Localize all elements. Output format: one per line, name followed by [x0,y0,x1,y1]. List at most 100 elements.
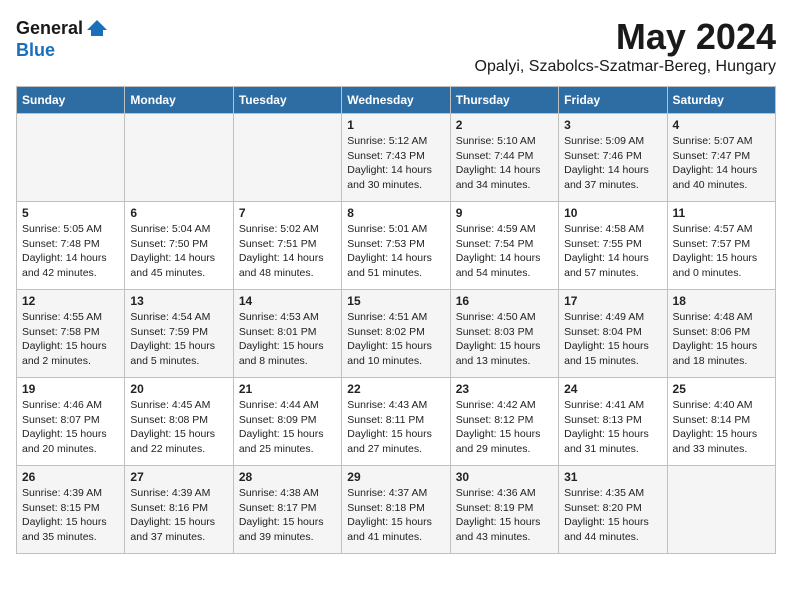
day-number: 7 [239,206,336,220]
day-info: Sunrise: 4:51 AM Sunset: 8:02 PM Dayligh… [347,310,444,369]
day-info: Sunrise: 4:43 AM Sunset: 8:11 PM Dayligh… [347,398,444,457]
calendar-cell: 22 Sunrise: 4:43 AM Sunset: 8:11 PM Dayli… [342,378,450,466]
calendar-cell: 31 Sunrise: 4:35 AM Sunset: 8:20 PM Dayli… [559,466,667,554]
day-number: 12 [22,294,119,308]
day-number: 11 [673,206,770,220]
calendar-cell: 15 Sunrise: 4:51 AM Sunset: 8:02 PM Dayli… [342,290,450,378]
calendar-cell: 16 Sunrise: 4:50 AM Sunset: 8:03 PM Dayli… [450,290,558,378]
calendar-cell: 9 Sunrise: 4:59 AM Sunset: 7:54 PM Daylig… [450,202,558,290]
column-header-monday: Monday [125,87,233,114]
day-number: 24 [564,382,661,396]
day-info: Sunrise: 4:36 AM Sunset: 8:19 PM Dayligh… [456,486,553,545]
calendar-week-row: 5Sunrise: 5:05 AM Sunset: 7:48 PM Daylig… [17,202,776,290]
day-info: Sunrise: 4:59 AM Sunset: 7:54 PM Dayligh… [456,222,553,281]
day-number: 15 [347,294,444,308]
calendar-cell: 20 Sunrise: 4:45 AM Sunset: 8:08 PM Dayli… [125,378,233,466]
day-number: 22 [347,382,444,396]
day-info: Sunrise: 5:12 AM Sunset: 7:43 PM Dayligh… [347,134,444,193]
day-number: 28 [239,470,336,484]
day-info: Sunrise: 4:54 AM Sunset: 7:59 PM Dayligh… [130,310,227,369]
day-number: 21 [239,382,336,396]
day-info: Sunrise: 4:41 AM Sunset: 8:13 PM Dayligh… [564,398,661,457]
day-info: Sunrise: 4:42 AM Sunset: 8:12 PM Dayligh… [456,398,553,457]
day-info: Sunrise: 5:02 AM Sunset: 7:51 PM Dayligh… [239,222,336,281]
day-number: 13 [130,294,227,308]
day-info: Sunrise: 4:50 AM Sunset: 8:03 PM Dayligh… [456,310,553,369]
day-info: Sunrise: 5:07 AM Sunset: 7:47 PM Dayligh… [673,134,770,193]
calendar-cell: 23Sunrise: 4:42 AM Sunset: 8:12 PM Dayli… [450,378,558,466]
calendar-cell: 28 Sunrise: 4:38 AM Sunset: 8:17 PM Dayli… [233,466,341,554]
day-info: Sunrise: 4:45 AM Sunset: 8:08 PM Dayligh… [130,398,227,457]
calendar-cell: 30 Sunrise: 4:36 AM Sunset: 8:19 PM Dayli… [450,466,558,554]
day-info: Sunrise: 4:53 AM Sunset: 8:01 PM Dayligh… [239,310,336,369]
day-number: 16 [456,294,553,308]
logo: General Blue [16,16,109,61]
day-number: 6 [130,206,227,220]
day-number: 3 [564,118,661,132]
day-info: Sunrise: 4:49 AM Sunset: 8:04 PM Dayligh… [564,310,661,369]
day-number: 14 [239,294,336,308]
calendar-cell: 10Sunrise: 4:58 AM Sunset: 7:55 PM Dayli… [559,202,667,290]
calendar-cell: 3Sunrise: 5:09 AM Sunset: 7:46 PM Daylig… [559,114,667,202]
calendar-cell: 27 Sunrise: 4:39 AM Sunset: 8:16 PM Dayli… [125,466,233,554]
day-number: 9 [456,206,553,220]
calendar-cell: 12Sunrise: 4:55 AM Sunset: 7:58 PM Dayli… [17,290,125,378]
day-info: Sunrise: 4:39 AM Sunset: 8:16 PM Dayligh… [130,486,227,545]
calendar-cell: 24 Sunrise: 4:41 AM Sunset: 8:13 PM Dayli… [559,378,667,466]
day-info: Sunrise: 4:57 AM Sunset: 7:57 PM Dayligh… [673,222,770,281]
day-info: Sunrise: 4:44 AM Sunset: 8:09 PM Dayligh… [239,398,336,457]
day-number: 1 [347,118,444,132]
calendar-cell [233,114,341,202]
calendar-cell: 5Sunrise: 5:05 AM Sunset: 7:48 PM Daylig… [17,202,125,290]
day-number: 10 [564,206,661,220]
calendar-cell: 2 Sunrise: 5:10 AM Sunset: 7:44 PM Daylig… [450,114,558,202]
calendar-cell: 26 Sunrise: 4:39 AM Sunset: 8:15 PM Dayli… [17,466,125,554]
calendar-cell: 19 Sunrise: 4:46 AM Sunset: 8:07 PM Dayli… [17,378,125,466]
column-header-sunday: Sunday [17,87,125,114]
day-number: 19 [22,382,119,396]
day-info: Sunrise: 4:37 AM Sunset: 8:18 PM Dayligh… [347,486,444,545]
day-info: Sunrise: 4:46 AM Sunset: 8:07 PM Dayligh… [22,398,119,457]
calendar-week-row: 12Sunrise: 4:55 AM Sunset: 7:58 PM Dayli… [17,290,776,378]
column-header-friday: Friday [559,87,667,114]
calendar-week-row: 19 Sunrise: 4:46 AM Sunset: 8:07 PM Dayli… [17,378,776,466]
day-info: Sunrise: 4:38 AM Sunset: 8:17 PM Dayligh… [239,486,336,545]
calendar-week-row: 1 Sunrise: 5:12 AM Sunset: 7:43 PM Daylig… [17,114,776,202]
day-number: 26 [22,470,119,484]
day-info: Sunrise: 5:04 AM Sunset: 7:50 PM Dayligh… [130,222,227,281]
calendar-cell: 18Sunrise: 4:48 AM Sunset: 8:06 PM Dayli… [667,290,775,378]
calendar-cell [17,114,125,202]
day-info: Sunrise: 5:10 AM Sunset: 7:44 PM Dayligh… [456,134,553,193]
calendar-header-row: SundayMondayTuesdayWednesdayThursdayFrid… [17,87,776,114]
location-title: Opalyi, Szabolcs-Szatmar-Bereg, Hungary [475,58,776,76]
calendar-cell: 17 Sunrise: 4:49 AM Sunset: 8:04 PM Dayli… [559,290,667,378]
calendar-cell: 11 Sunrise: 4:57 AM Sunset: 7:57 PM Dayli… [667,202,775,290]
calendar-week-row: 26 Sunrise: 4:39 AM Sunset: 8:15 PM Dayli… [17,466,776,554]
column-header-wednesday: Wednesday [342,87,450,114]
logo-general: General [16,18,83,39]
day-info: Sunrise: 4:39 AM Sunset: 8:15 PM Dayligh… [22,486,119,545]
day-number: 30 [456,470,553,484]
logo-blue: Blue [16,40,55,61]
logo-icon [85,16,109,40]
day-number: 4 [673,118,770,132]
column-header-saturday: Saturday [667,87,775,114]
day-info: Sunrise: 4:40 AM Sunset: 8:14 PM Dayligh… [673,398,770,457]
calendar-cell: 21 Sunrise: 4:44 AM Sunset: 8:09 PM Dayli… [233,378,341,466]
calendar-cell: 4 Sunrise: 5:07 AM Sunset: 7:47 PM Daylig… [667,114,775,202]
day-number: 31 [564,470,661,484]
column-header-thursday: Thursday [450,87,558,114]
day-info: Sunrise: 4:48 AM Sunset: 8:06 PM Dayligh… [673,310,770,369]
day-info: Sunrise: 5:05 AM Sunset: 7:48 PM Dayligh… [22,222,119,281]
day-number: 2 [456,118,553,132]
day-number: 17 [564,294,661,308]
day-info: Sunrise: 4:35 AM Sunset: 8:20 PM Dayligh… [564,486,661,545]
page-header: General Blue May 2024 Opalyi, Szabolcs-S… [16,16,776,76]
month-title: May 2024 [475,16,776,58]
calendar-cell: 1 Sunrise: 5:12 AM Sunset: 7:43 PM Daylig… [342,114,450,202]
calendar-table: SundayMondayTuesdayWednesdayThursdayFrid… [16,86,776,554]
day-info: Sunrise: 5:01 AM Sunset: 7:53 PM Dayligh… [347,222,444,281]
calendar-cell: 13 Sunrise: 4:54 AM Sunset: 7:59 PM Dayli… [125,290,233,378]
day-number: 20 [130,382,227,396]
day-number: 27 [130,470,227,484]
